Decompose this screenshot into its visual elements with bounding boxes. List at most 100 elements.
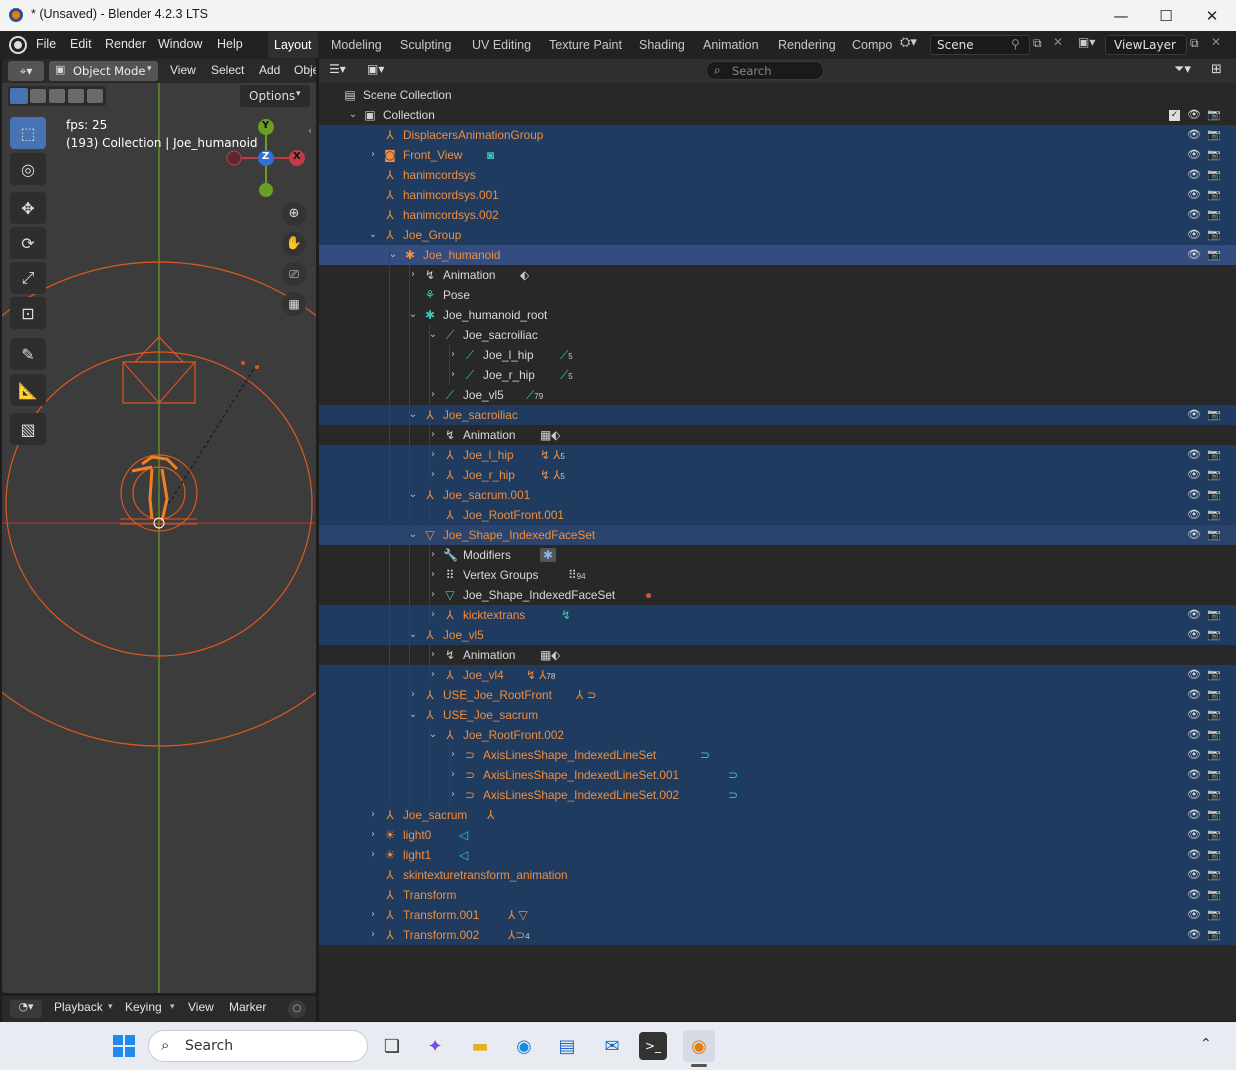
visibility-eye-icon[interactable]: 👁 [1187,488,1201,502]
outliner-row[interactable]: ⅄ Joe_RootFront.001 👁 📷 [319,505,1236,525]
scene-selector-icon[interactable]: ⛭▾ [900,35,930,55]
display-mode-icon[interactable]: ▣▾ [367,62,397,80]
chevron-right-icon[interactable]: › [367,829,379,841]
visibility-eye-icon[interactable]: 👁 [1187,628,1201,642]
exclude-checkbox[interactable]: ✓ [1169,110,1180,121]
menu-edit[interactable]: Edit [70,37,92,51]
perspective-grid-icon[interactable]: ▦ [282,292,306,316]
visibility-eye-icon[interactable]: 👁 [1187,808,1201,822]
outliner-row[interactable]: › ⟋ Joe_l_hip ⟋5 [319,345,1236,365]
render-camera-icon[interactable]: 📷 [1207,788,1221,802]
zoom-icon[interactable]: ⊕ [282,202,306,226]
outliner-row[interactable]: › ⅄ Joe_vl4 ↯ ⅄78 👁 📷 [319,665,1236,685]
visibility-eye-icon[interactable]: 👁 [1187,768,1201,782]
select-new-icon[interactable] [10,88,28,104]
child-data-icon[interactable]: ⠿94 [568,568,586,582]
tab-animation[interactable]: Animation [697,32,765,58]
render-camera-icon[interactable]: 📷 [1207,808,1221,822]
outliner-row[interactable]: › ⅄ Joe_r_hip ↯ ⅄5 👁 📷 [319,465,1236,485]
scene-field[interactable]: Scene ⚲ [930,35,1030,55]
outliner-row[interactable]: › ⊃ AxisLinesShape_IndexedLineSet.002 ⊃ 👁 📷 [319,785,1236,805]
chevron-down-icon[interactable]: ⌄ [407,489,419,501]
visibility-eye-icon[interactable]: 👁 [1187,508,1201,522]
render-camera-icon[interactable]: 📷 [1207,728,1221,742]
tab-layout[interactable]: Layout [268,32,318,58]
transform-tool-icon[interactable]: ⊡ [10,297,46,329]
camera-view-icon[interactable]: ⎚ [282,262,306,286]
outliner-row[interactable]: › ⅄ Transform.001 ⅄ ▽ 👁 📷 [319,905,1236,925]
render-camera-icon[interactable]: 📷 [1207,148,1221,162]
render-camera-icon[interactable]: 📷 [1207,688,1221,702]
visibility-eye-icon[interactable]: 👁 [1187,228,1201,242]
chevron-right-icon[interactable]: › [447,769,459,781]
chevron-right-icon[interactable]: › [447,369,459,381]
chevron-right-icon[interactable]: › [367,149,379,161]
tab-texture-paint[interactable]: Texture Paint [543,32,628,58]
child-data-icon[interactable]: ● [645,588,652,602]
blender-menu-icon[interactable] [11,38,25,52]
rotate-tool-icon[interactable]: ⟳ [10,227,46,259]
visibility-eye-icon[interactable]: 👁 [1187,188,1201,202]
visibility-eye-icon[interactable]: 👁 [1187,868,1201,882]
outliner-row[interactable]: ⌄ ⅄ Joe_Group 👁 📷 [319,225,1236,245]
minimize-button[interactable]: — [1098,0,1144,31]
outliner-row[interactable]: ⌄ ▽ Joe_Shape_IndexedFaceSet 👁 📷 [319,525,1236,545]
outliner-row[interactable]: ⌄ ✱ Joe_humanoid_root [319,305,1236,325]
visibility-eye-icon[interactable]: 👁 [1187,248,1201,262]
outliner-row[interactable]: › ▽ Joe_Shape_IndexedFaceSet ● [319,585,1236,605]
record-icon[interactable]: ○ [288,1000,306,1018]
select-subtract-icon[interactable] [49,89,65,103]
tab-uv-editing[interactable]: UV Editing [466,32,537,58]
visibility-eye-icon[interactable]: 👁 [1187,148,1201,162]
visibility-eye-icon[interactable]: 👁 [1187,688,1201,702]
chevron-down-icon[interactable]: ⌄ [427,729,439,741]
chevron-right-icon[interactable]: › [407,269,419,281]
render-camera-icon[interactable]: 📷 [1207,768,1221,782]
vp-menu-select[interactable]: Select [211,63,244,77]
chevron-right-icon[interactable]: › [427,669,439,681]
chevron-down-icon[interactable]: ⌄ [407,529,419,541]
chevron-down-icon[interactable]: ⌄ [427,329,439,341]
render-camera-icon[interactable]: 📷 [1207,928,1221,942]
visibility-eye-icon[interactable]: 👁 [1187,908,1201,922]
chevron-down-icon[interactable]: ⌄ [387,249,399,261]
tab-rendering[interactable]: Rendering [772,32,842,58]
outliner-row[interactable]: ⚘ Pose [319,285,1236,305]
outliner-row[interactable]: › ⊃ AxisLinesShape_IndexedLineSet.001 ⊃ 👁 📷 [319,765,1236,785]
outliner-row[interactable]: ⌄ ⅄ Joe_vl5 👁 📷 [319,625,1236,645]
outliner-row[interactable]: ⅄ hanimcordsys.001 👁 📷 [319,185,1236,205]
taskbar-search[interactable]: ⌕ Search [148,1030,368,1062]
child-data-icon[interactable]: ↯ ⅄5 [540,448,565,462]
child-data-icon[interactable]: ⅄ ▽ [508,908,528,922]
outliner-row[interactable]: ▤ Scene Collection [319,85,1236,105]
child-data-icon[interactable]: ⊃ [728,768,738,782]
chevron-right-icon[interactable]: › [427,569,439,581]
child-data-icon[interactable]: ↯ ⅄78 [526,668,555,682]
add-cube-tool-icon[interactable]: ▧ [10,413,46,445]
select-box-tool-icon[interactable]: ⬚ [10,117,46,149]
edge-browser-icon[interactable]: ◉ [508,1030,540,1062]
visibility-eye-icon[interactable]: 👁 [1187,788,1201,802]
chevron-down-icon[interactable]: ⌄ [407,709,419,721]
file-explorer-icon[interactable]: ▬ [464,1030,496,1062]
visibility-eye-icon[interactable]: 👁 [1187,888,1201,902]
scale-tool-icon[interactable]: ⤢ [10,262,46,294]
close-button[interactable]: ✕ [1189,0,1235,31]
vp-menu-add[interactable]: Add [259,63,280,77]
visibility-eye-icon[interactable]: 👁 [1187,108,1201,122]
outliner-row[interactable]: ⌄ ⅄ USE_Joe_sacrum 👁 📷 [319,705,1236,725]
outliner-row[interactable]: ⌄ ⅄ Joe_sacroiliac 👁 📷 [319,405,1236,425]
3d-viewport[interactable] [2,59,316,993]
child-data-icon[interactable]: ⅄ ⊃ [576,688,596,702]
tab-modeling[interactable]: Modeling [325,32,388,58]
outliner-row[interactable]: ⌄ ⟋ Joe_sacroiliac [319,325,1236,345]
render-camera-icon[interactable]: 📷 [1207,708,1221,722]
outliner-row[interactable]: › ⅄ kicktextrans ↯ 👁 📷 [319,605,1236,625]
tab-shading[interactable]: Shading [633,32,691,58]
outliner-row[interactable]: › ☀ light0 ◁ 👁 📷 [319,825,1236,845]
outliner-row[interactable]: › 🔧 Modifiers ✱ [319,545,1236,565]
render-camera-icon[interactable]: 📷 [1207,528,1221,542]
task-view-icon[interactable]: ❏ [376,1030,408,1062]
outliner-row[interactable]: › ⟋ Joe_r_hip ⟋5 [319,365,1236,385]
visibility-eye-icon[interactable]: 👁 [1187,448,1201,462]
